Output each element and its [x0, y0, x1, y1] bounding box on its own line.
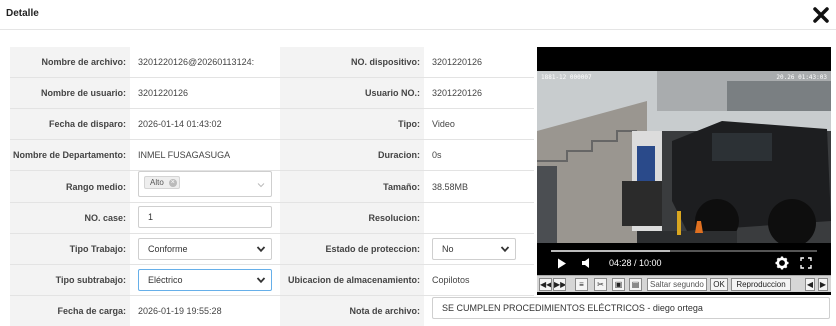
archivo-value: 3201220126@20260113124:	[130, 47, 280, 78]
video-seek-fill	[551, 250, 670, 252]
cut-icon[interactable]: ✂	[594, 278, 607, 291]
row-departamento: Nombre de Departamento: INMEL FUSAGASUGA…	[10, 140, 534, 171]
playback-rate-button[interactable]: Reproduccion	[731, 278, 791, 291]
subtrabajo-cell: Eléctrico	[130, 265, 280, 296]
video-time: 04:28 / 10:00	[609, 258, 662, 268]
dispositivo-value: 3201220126	[424, 47, 534, 78]
nota-label: Nota de archivo:	[280, 296, 424, 326]
row-usuario: Nombre de usuario: 3201220126 Usuario NO…	[10, 78, 534, 109]
carga-label: Fecha de carga:	[10, 296, 130, 326]
chevron-down-icon	[500, 246, 510, 253]
rango-tag: Alto ×	[144, 176, 180, 189]
usuario-no-label: Usuario NO.:	[280, 78, 424, 109]
departamento-value: INMEL FUSAGASUGA	[130, 140, 280, 171]
frame-step-forward-icon[interactable]: ▤	[629, 278, 642, 291]
detail-form: Nombre de archivo: 3201220126@2026011312…	[10, 47, 830, 326]
tamano-label: Tamaño:	[280, 171, 424, 203]
play-icon[interactable]	[557, 258, 567, 269]
carga-value: 2026-01-19 19:55:28	[130, 296, 280, 326]
rango-label: Rango medio:	[10, 171, 130, 203]
video-osd-left: 1881-12 000007	[541, 74, 592, 81]
skip-end-icon[interactable]: ▶	[818, 278, 828, 291]
disparo-label: Fecha de disparo:	[10, 109, 130, 140]
chevron-down-icon	[257, 183, 265, 188]
duracion-label: Duracion:	[280, 140, 424, 171]
subtrabajo-label: Tipo subtrabajo:	[10, 265, 130, 296]
row-disparo: Fecha de disparo: 2026-01-14 01:43:02 Ti…	[10, 109, 534, 140]
frame-step-back-icon[interactable]: ▣	[612, 278, 625, 291]
tipo-value: Video	[424, 109, 534, 140]
dialog-title: Detalle	[6, 8, 39, 19]
tag-remove-icon[interactable]: ×	[168, 179, 177, 187]
case-input[interactable]: 1	[138, 206, 272, 228]
tamano-value: 38.58MB	[424, 171, 534, 203]
proteccion-label: Estado de proteccion:	[280, 234, 424, 265]
case-cell: 1	[130, 203, 280, 234]
row-rango: Rango medio: Alto × Tamaño: 38.58MB	[10, 171, 534, 203]
archivo-label: Nombre de archivo:	[10, 47, 130, 78]
dispositivo-label: NO. dispositivo:	[280, 47, 424, 78]
row-subtrabajo: Tipo subtrabajo: Eléctrico Ubicacion de …	[10, 265, 534, 296]
row-trabajo: Tipo Trabajo: Conforme Estado de protecc…	[10, 234, 534, 265]
video-seek-bar[interactable]	[551, 250, 817, 252]
subtrabajo-select[interactable]: Eléctrico	[138, 269, 272, 291]
ubicacion-value: Copilotos	[424, 265, 534, 296]
ubicacion-label: Ubicacion de almacenamiento:	[280, 265, 424, 296]
row-carga: Fecha de carga: 2026-01-19 19:55:28 Nota…	[10, 296, 830, 326]
proteccion-cell: No	[424, 234, 534, 265]
ok-button[interactable]: OK	[710, 278, 728, 291]
trabajo-label: Tipo Trabajo:	[10, 234, 130, 265]
jump-seconds-input[interactable]: Saltar segundo	[647, 278, 707, 291]
trabajo-cell: Conforme	[130, 234, 280, 265]
usuario-no-value: 3201220126	[424, 78, 534, 109]
fullscreen-icon[interactable]	[800, 257, 812, 269]
settings-gear-icon[interactable]	[775, 256, 789, 270]
list-icon[interactable]: ≡	[575, 278, 588, 291]
chevron-down-icon	[256, 246, 266, 253]
row-archivo: Nombre de archivo: 3201220126@2026011312…	[10, 47, 534, 78]
proteccion-select[interactable]: No	[432, 238, 516, 260]
duracion-value: 0s	[424, 140, 534, 171]
rango-select[interactable]: Alto ×	[138, 171, 272, 197]
rewind-icon[interactable]: ◀◀	[539, 278, 552, 291]
usuario-value: 3201220126	[130, 78, 280, 109]
video-player[interactable]: 1881-12 000007 20.26 01:43:03 04:28 / 10…	[537, 47, 831, 295]
chevron-down-icon	[256, 277, 266, 284]
nota-input[interactable]: SE CUMPLEN PROCEDIMIENTOS ELÉCTRICOS - d…	[432, 297, 830, 319]
dialog-header: Detalle	[0, 0, 836, 30]
skip-start-icon[interactable]: ◀	[805, 278, 815, 291]
usuario-label: Nombre de usuario:	[10, 78, 130, 109]
nota-cell: SE CUMPLEN PROCEDIMIENTOS ELÉCTRICOS - d…	[424, 296, 830, 326]
resolucion-label: Resolucion:	[280, 203, 424, 234]
video-frame	[537, 71, 831, 243]
disparo-value: 2026-01-14 01:43:02	[130, 109, 280, 140]
departamento-label: Nombre de Departamento:	[10, 140, 130, 171]
trabajo-select[interactable]: Conforme	[138, 238, 272, 260]
row-case: NO. case: 1 Resolucion:	[10, 203, 534, 234]
resolucion-value	[424, 203, 534, 234]
volume-icon[interactable]	[581, 257, 593, 269]
close-icon[interactable]	[812, 6, 830, 24]
tipo-label: Tipo:	[280, 109, 424, 140]
fast-forward-icon[interactable]: ▶▶	[553, 278, 566, 291]
video-osd-right: 20.26 01:43:03	[776, 74, 827, 81]
rango-cell: Alto ×	[130, 171, 280, 203]
video-toolbar: ◀◀ ▶▶ ≡ ✂ ▣ ▤ Saltar segundo OK Reproduc…	[537, 275, 831, 292]
case-label: NO. case:	[10, 203, 130, 234]
